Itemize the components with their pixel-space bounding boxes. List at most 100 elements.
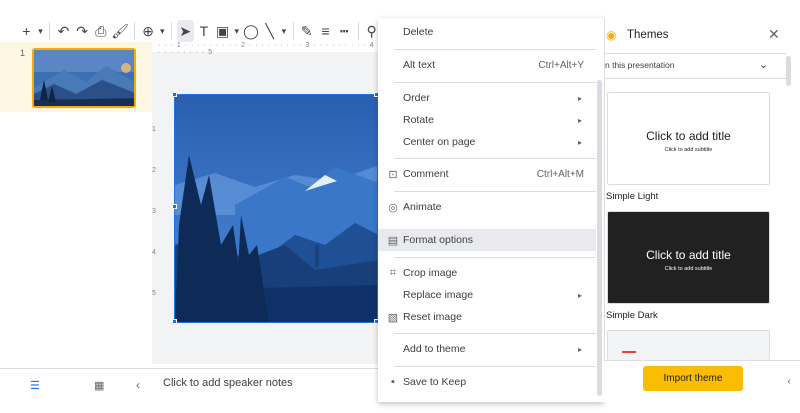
- image-dropdown-icon[interactable]: ▾: [233, 20, 241, 42]
- menu-separator: [394, 366, 596, 367]
- filmstrip-view-icon[interactable]: ☰: [30, 379, 40, 392]
- menu-item-shortcut: Ctrl+Alt+Y: [538, 59, 584, 71]
- submenu-arrow-icon: ▸: [577, 290, 582, 300]
- zoom-icon[interactable]: ⊕: [140, 20, 157, 42]
- theme-card-partial[interactable]: [607, 330, 770, 360]
- border-weight-icon[interactable]: ≡: [317, 20, 334, 42]
- view-switcher: ☰ ▦ ‹: [0, 368, 152, 402]
- grid-view-icon[interactable]: ▦: [94, 379, 104, 392]
- theme-name: Simple Dark: [606, 310, 658, 321]
- menu-item-label: Save to Keep: [403, 376, 467, 388]
- submenu-arrow-icon: ▸: [577, 137, 582, 147]
- menu-alt-text[interactable]: Alt text Ctrl+Alt+Y: [378, 54, 596, 76]
- format-options-icon: ▤: [387, 234, 399, 247]
- paint-format-icon[interactable]: 🖌: [111, 20, 129, 42]
- submenu-arrow-icon: ▸: [577, 115, 582, 125]
- menu-item-label: Order: [403, 92, 430, 104]
- text-box-icon[interactable]: T: [196, 20, 213, 42]
- pen-icon[interactable]: ✎: [298, 20, 315, 42]
- themes-title: Themes: [627, 29, 669, 41]
- menu-separator: [394, 191, 596, 192]
- menu-item-label: Center on page: [403, 136, 476, 148]
- toolbar-separator: [49, 22, 51, 40]
- context-menu-scrollbar[interactable]: [597, 80, 602, 396]
- horizontal-ruler[interactable]: · · · 1 · · · · · · · · · 2 · · · · · · …: [158, 42, 378, 56]
- menu-comment[interactable]: ⊡ Comment Ctrl+Alt+M: [378, 163, 596, 185]
- menu-item-label: Rotate: [403, 114, 434, 126]
- resize-handle[interactable]: [172, 204, 177, 209]
- redo-icon[interactable]: ↷: [74, 20, 91, 42]
- ruler-tick-label: 3: [152, 208, 156, 215]
- menu-separator: [394, 82, 596, 83]
- theme-card-subtitle: Click to add subtitle: [664, 266, 713, 272]
- vertical-ruler[interactable]: 1 2 3 4 5: [152, 92, 160, 328]
- menu-rotate[interactable]: Rotate ▸: [378, 109, 596, 131]
- landscape-image: [175, 95, 377, 322]
- line-dropdown-icon[interactable]: ▾: [280, 20, 288, 42]
- menu-separator: [394, 257, 596, 258]
- animate-icon: ◎: [388, 201, 398, 214]
- submenu-arrow-icon: ▸: [577, 344, 582, 354]
- menu-save-to-keep[interactable]: ▪ Save to Keep: [378, 371, 596, 393]
- line-icon[interactable]: ╲: [261, 20, 278, 42]
- theme-card-subtitle: Click to add subtitle: [664, 147, 713, 153]
- print-icon[interactable]: ⎙: [93, 20, 110, 42]
- slide-thumbnail[interactable]: [32, 48, 136, 108]
- menu-crop-image[interactable]: ⌗ Crop image: [378, 262, 596, 284]
- toolbar-separator: [171, 22, 172, 40]
- image-icon[interactable]: ▣: [214, 20, 231, 42]
- slide-row-selected[interactable]: 1: [0, 42, 152, 112]
- collapse-panel-icon[interactable]: ‹: [136, 378, 140, 392]
- speaker-notes-placeholder[interactable]: Click to add speaker notes: [163, 377, 293, 389]
- chevron-down-icon[interactable]: ⌄: [759, 58, 768, 71]
- ruler-tick-label: 1: [152, 126, 156, 133]
- toolbar-separator: [292, 22, 294, 40]
- menu-format-options[interactable]: ▤ Format options: [378, 229, 596, 251]
- themes-scrollbar[interactable]: [786, 56, 791, 86]
- divider: [604, 53, 786, 54]
- crop-image-icon: ⌗: [389, 266, 397, 279]
- menu-delete[interactable]: Delete: [378, 21, 596, 43]
- menu-replace-image[interactable]: Replace image ▸: [378, 284, 596, 306]
- divider: [604, 78, 786, 79]
- close-icon[interactable]: ✕: [768, 26, 780, 43]
- select-icon[interactable]: ➤: [176, 20, 194, 42]
- resize-handle[interactable]: [172, 319, 177, 324]
- toolbar-separator: [357, 22, 359, 40]
- ruler-tick-label: 5: [152, 290, 156, 297]
- reset-image-icon: ▧: [387, 311, 399, 324]
- comment-icon: ⊡: [388, 168, 398, 181]
- menu-order[interactable]: Order ▸: [378, 87, 596, 109]
- menu-separator: [394, 333, 596, 334]
- zoom-dropdown-icon[interactable]: ▾: [159, 20, 167, 42]
- menu-item-label: Replace image: [403, 289, 474, 301]
- thumbnail-landscape-image: [34, 50, 134, 106]
- toolbar-separator: [134, 22, 135, 40]
- selected-image[interactable]: [174, 94, 378, 323]
- menu-item-label: Comment: [403, 168, 449, 180]
- menu-item-shortcut: Ctrl+Alt+M: [536, 168, 584, 180]
- border-dash-icon[interactable]: ┅: [336, 20, 353, 42]
- theme-card-simple-light[interactable]: Click to add title Click to add subtitle: [607, 92, 770, 185]
- import-theme-button[interactable]: Import theme: [643, 366, 743, 391]
- resize-handle[interactable]: [172, 92, 177, 97]
- menu-item-label: Animate: [403, 201, 442, 213]
- context-menu: Delete Alt text Ctrl+Alt+Y Order ▸ Rotate ▸ Cen…: [378, 18, 604, 402]
- menu-add-to-theme[interactable]: Add to theme ▸: [378, 338, 596, 360]
- save-to-keep-icon: ▪: [391, 376, 395, 388]
- undo-icon[interactable]: ↶: [55, 20, 72, 42]
- new-slide-dropdown-icon[interactable]: ▾: [37, 20, 45, 42]
- chevron-left-icon[interactable]: ‹: [778, 366, 800, 396]
- menu-reset-image[interactable]: ▧ Reset image: [378, 306, 596, 328]
- menu-center-on-page[interactable]: Center on page ▸: [378, 131, 596, 153]
- menu-animate[interactable]: ◎ Animate: [378, 196, 596, 218]
- theme-section-label[interactable]: n this presentation: [605, 60, 674, 70]
- theme-card-title: Click to add title: [646, 129, 731, 143]
- theme-accent-mark: [622, 351, 636, 353]
- menu-item-label: Format options: [403, 234, 474, 246]
- theme-card-simple-dark[interactable]: Click to add title Click to add subtitle: [607, 211, 770, 304]
- menu-item-label: Add to theme: [403, 343, 466, 355]
- new-slide-icon[interactable]: +: [18, 20, 35, 42]
- ruler-tick-label: 4: [152, 249, 156, 256]
- shape-icon[interactable]: ◯: [243, 20, 260, 42]
